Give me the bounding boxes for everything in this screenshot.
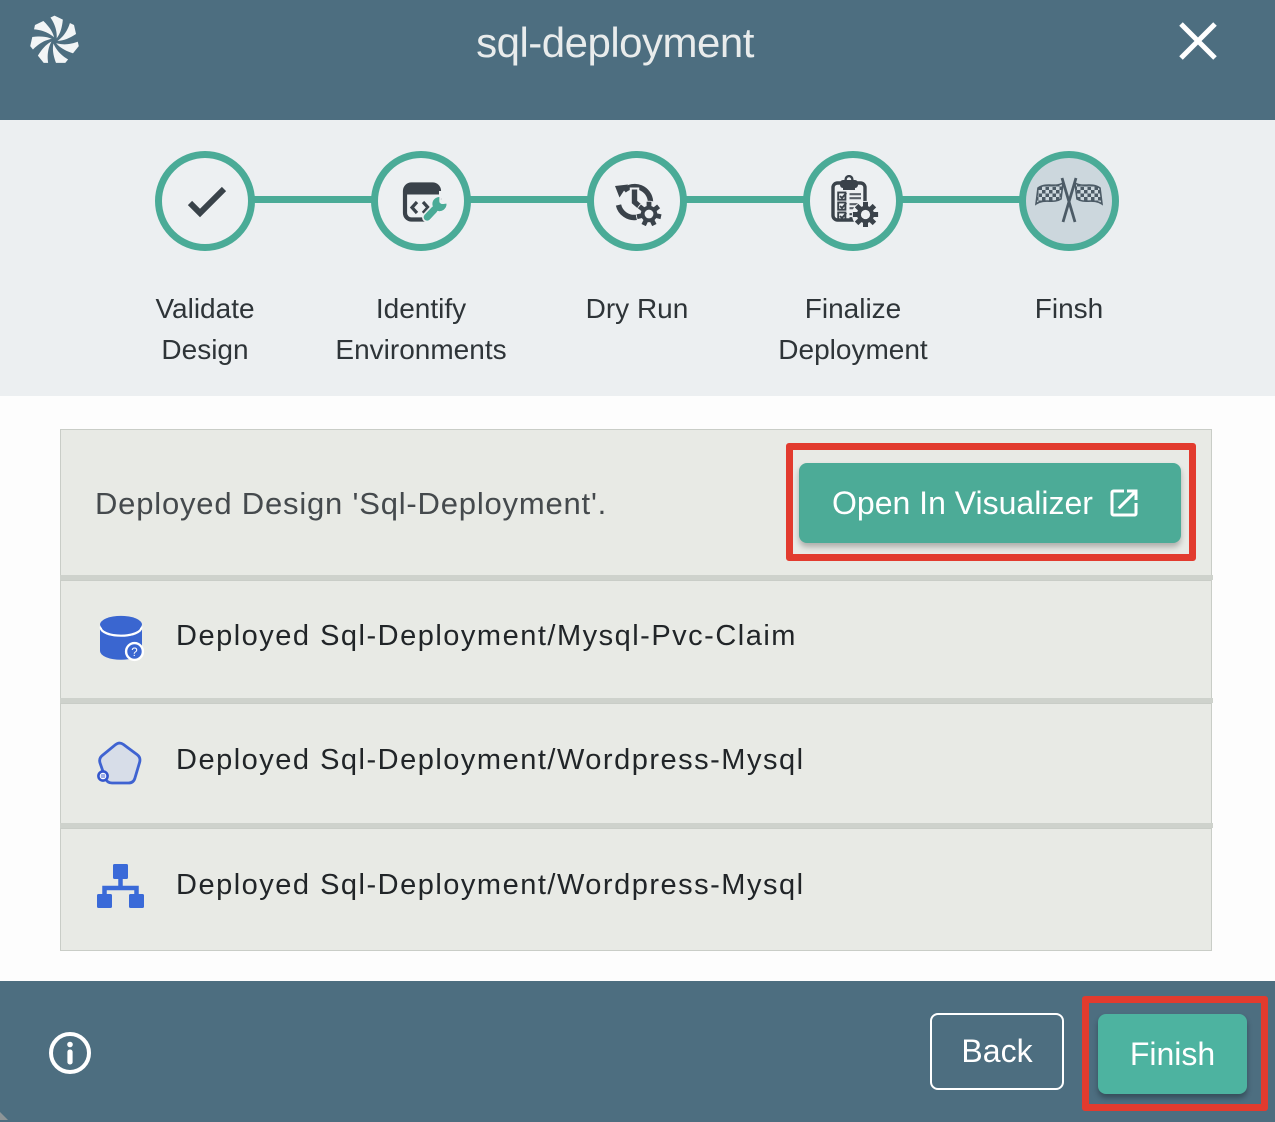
svg-text:?: ?	[131, 647, 137, 659]
